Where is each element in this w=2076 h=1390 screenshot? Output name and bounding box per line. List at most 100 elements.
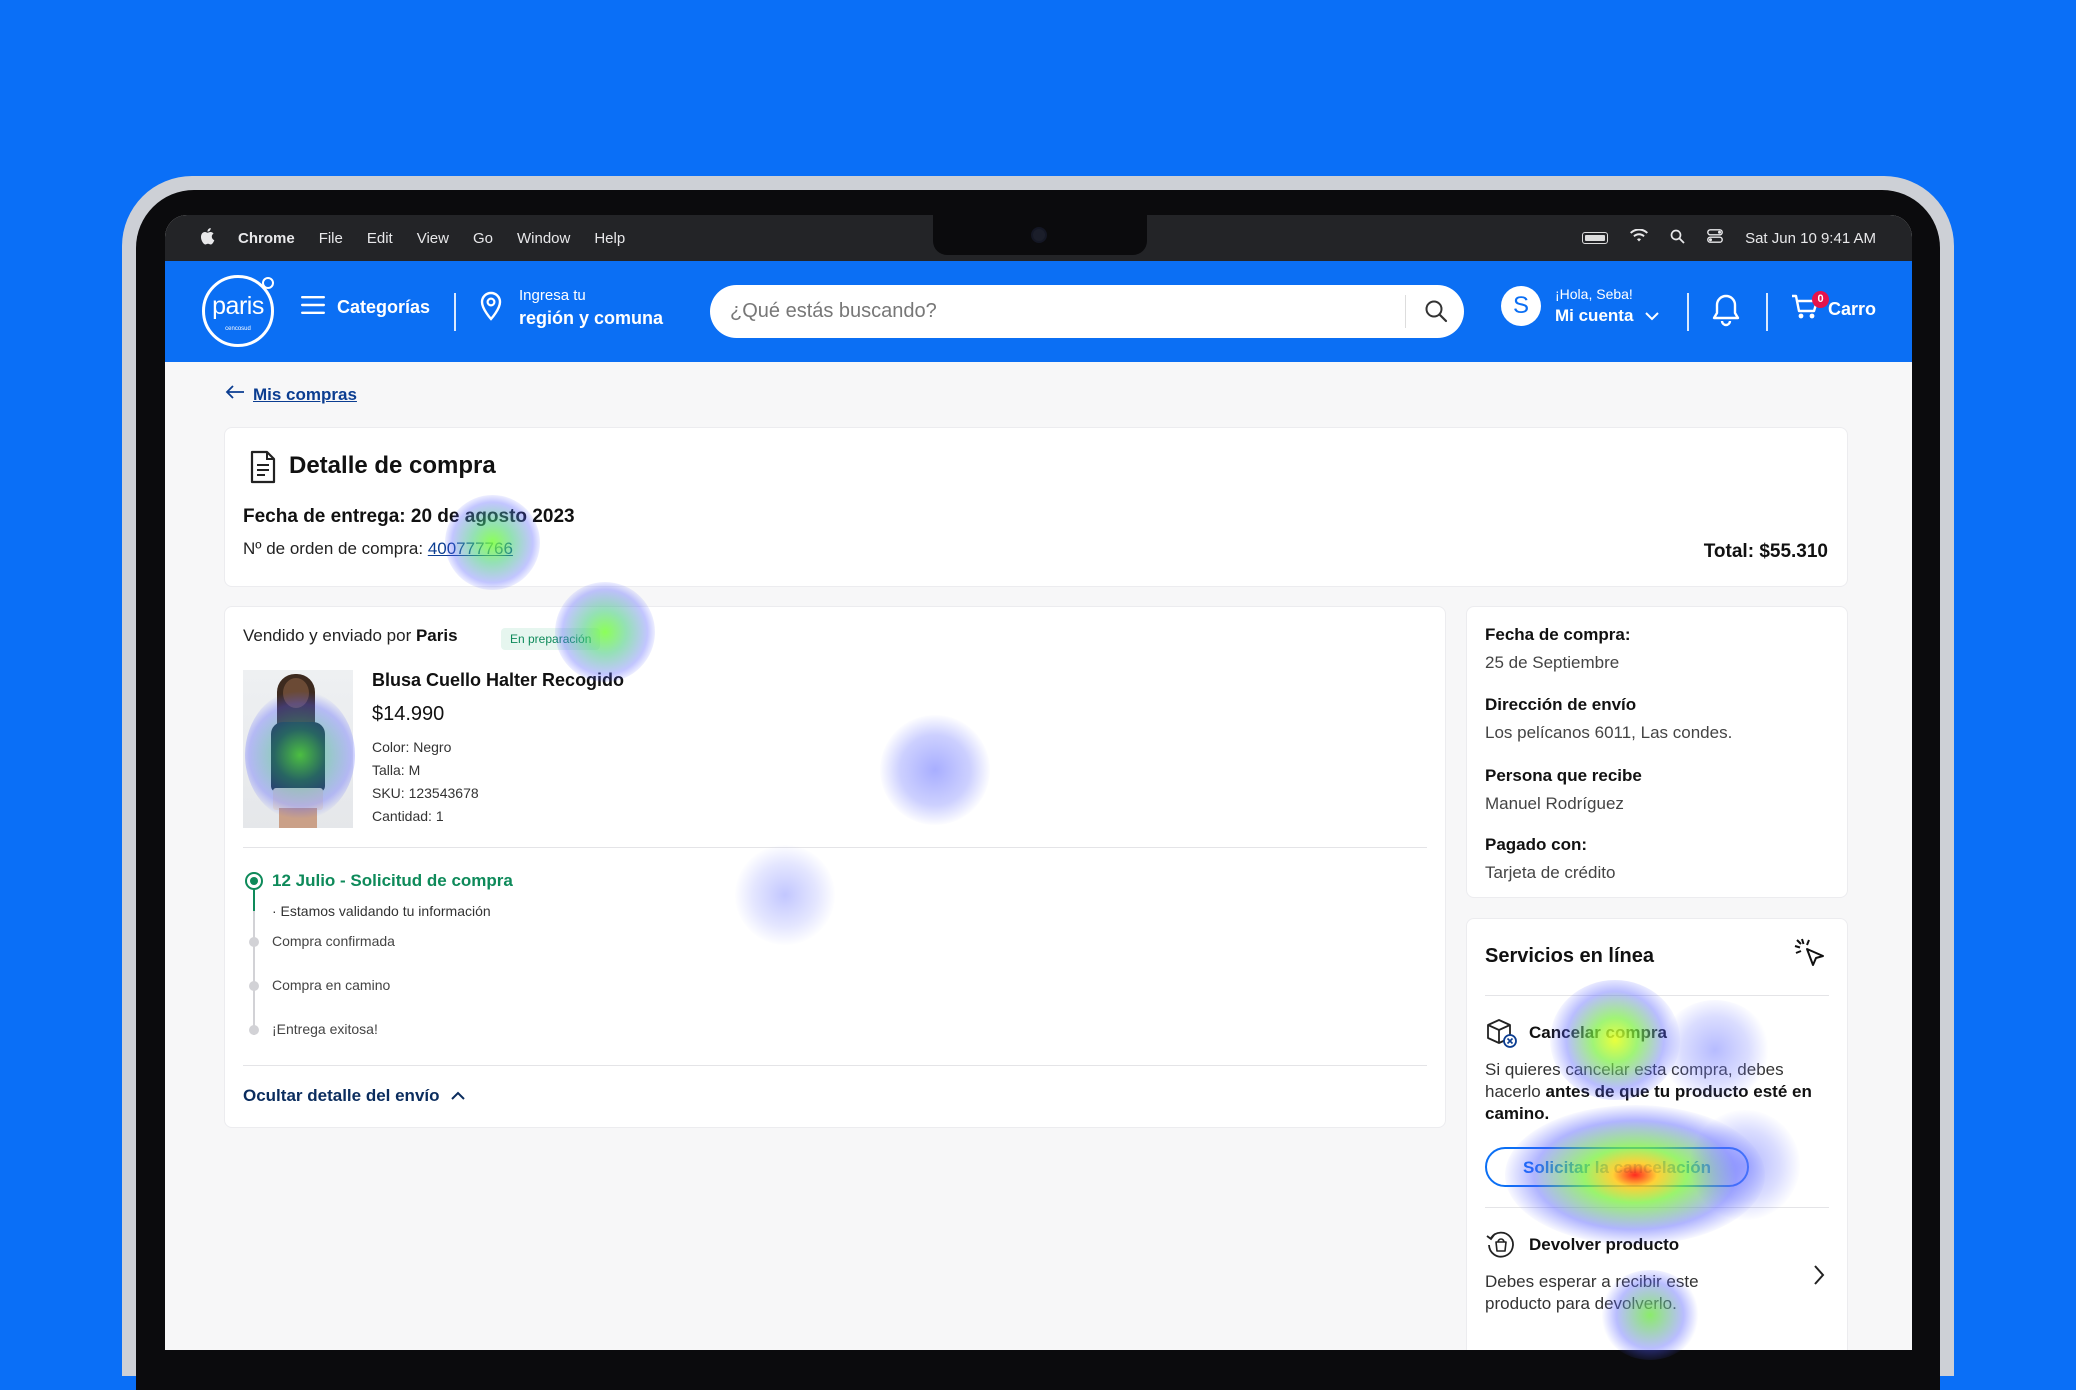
cart-icon: 0 bbox=[1790, 291, 1829, 326]
product-color: Color: Negro bbox=[372, 739, 452, 755]
location-line1: Ingresa tu bbox=[519, 287, 586, 304]
product-quantity: Cantidad: 1 bbox=[372, 808, 444, 824]
status-badge: En preparación bbox=[501, 628, 601, 650]
product-sku: SKU: 123543678 bbox=[372, 785, 479, 801]
header-divider bbox=[1687, 293, 1689, 331]
chevron-up-icon bbox=[450, 1086, 466, 1106]
timeline-step-active: 12 Julio - Solicitud de compra bbox=[272, 871, 513, 890]
purchase-detail-card: Detalle de compra Fecha de entrega: 20 d… bbox=[224, 427, 1848, 587]
hide-shipping-detail-toggle[interactable]: Ocultar detalle del envío bbox=[243, 1086, 466, 1106]
return-product-title[interactable]: Devolver producto bbox=[1529, 1235, 1679, 1255]
battery-icon[interactable] bbox=[1582, 232, 1609, 244]
account-label: Mi cuenta bbox=[1555, 306, 1634, 325]
order-total: Total: $55.310 bbox=[1703, 541, 1828, 562]
page-title: Detalle de compra bbox=[289, 452, 496, 479]
apple-icon[interactable] bbox=[200, 227, 218, 250]
order-number-label: Nº de orden de compra: bbox=[243, 539, 428, 558]
location-selector[interactable]: Ingresa tu región y comuna bbox=[479, 287, 663, 329]
document-icon bbox=[249, 450, 277, 489]
purchase-date-label: Fecha de compra: bbox=[1485, 625, 1631, 644]
screen: Chrome File Edit View Go Window Help Sat… bbox=[165, 215, 1912, 1350]
delivery-date: Fecha de entrega: 20 de agosto 2023 bbox=[243, 506, 575, 527]
header-divider bbox=[454, 293, 456, 331]
toggle-label: Ocultar detalle del envío bbox=[243, 1086, 440, 1105]
account-label-row: Mi cuenta bbox=[1555, 306, 1660, 326]
account-menu[interactable]: S ¡Hola, Seba! Mi cuenta bbox=[1501, 286, 1660, 326]
return-product-icon bbox=[1485, 1229, 1517, 1266]
services-title: Servicios en línea bbox=[1485, 945, 1654, 967]
menu-go[interactable]: Go bbox=[473, 230, 493, 247]
order-number-row: Nº de orden de compra: 400777766 bbox=[243, 539, 513, 559]
box-cancel-icon bbox=[1485, 1017, 1519, 1054]
timeline-step: ¡Entrega exitosa! bbox=[272, 1021, 378, 1037]
menu-file[interactable]: File bbox=[319, 230, 343, 247]
search-input[interactable]: ¿Qué estás buscando? bbox=[730, 300, 937, 323]
camera-notch bbox=[933, 215, 1147, 255]
site-header: paris cencosud Categorías Ingresa tu reg… bbox=[165, 261, 1912, 362]
product-image[interactable] bbox=[243, 670, 353, 828]
cart-count-badge: 0 bbox=[1812, 291, 1829, 308]
hamburger-icon bbox=[301, 295, 325, 320]
control-center-icon[interactable] bbox=[1707, 229, 1723, 247]
payment-label: Pagado con: bbox=[1485, 835, 1588, 854]
order-number-link[interactable]: 400777766 bbox=[428, 539, 513, 558]
location-line2: región y comuna bbox=[519, 308, 664, 328]
divider bbox=[243, 847, 1427, 848]
seller-info: Vendido y enviado por Paris bbox=[243, 626, 458, 646]
timeline-dot bbox=[249, 981, 259, 991]
product-size: Talla: M bbox=[372, 762, 421, 778]
online-services-card: Servicios en línea Cancelar compra Si qu… bbox=[1466, 918, 1848, 1350]
page-content: Mis compras Detalle de compra Fecha de e… bbox=[165, 362, 1912, 1350]
product-attributes: Color: Negro Talla: M SKU: 123543678 Can… bbox=[372, 736, 479, 828]
timeline-step: Compra en camino bbox=[272, 977, 391, 993]
menu-app-name[interactable]: Chrome bbox=[238, 230, 295, 247]
menubar-clock[interactable]: Sat Jun 10 9:41 AM bbox=[1745, 230, 1876, 247]
logo-dot bbox=[262, 277, 274, 289]
timeline-step: Compra confirmada bbox=[272, 933, 395, 949]
shipping-address: Los pelícanos 6011, Las condes. bbox=[1485, 723, 1733, 742]
cart-button[interactable]: 0 Carro bbox=[1790, 291, 1877, 326]
spotlight-search-icon[interactable] bbox=[1670, 229, 1685, 248]
search-divider bbox=[1405, 295, 1406, 328]
timeline-step-note: · Estamos validando tu información bbox=[272, 903, 491, 919]
shipment-card: Vendido y enviado por Paris En preparaci… bbox=[224, 606, 1446, 1128]
seller-prefix: Vendido y enviado por bbox=[243, 626, 416, 645]
cursor-click-icon bbox=[1793, 937, 1829, 978]
payment-method: Tarjeta de crédito bbox=[1485, 863, 1616, 882]
divider bbox=[1485, 1207, 1829, 1208]
back-link-label: Mis compras bbox=[253, 384, 357, 404]
timeline-dot bbox=[249, 937, 259, 947]
purchase-summary-card: Fecha de compra: 25 de Septiembre Direcc… bbox=[1466, 606, 1848, 898]
cancel-purchase-description: Si quieres cancelar esta compra, debes h… bbox=[1485, 1059, 1835, 1125]
paris-logo[interactable]: paris cencosud bbox=[202, 275, 274, 347]
categories-menu-button[interactable]: Categorías bbox=[301, 295, 430, 320]
menu-window[interactable]: Window bbox=[517, 230, 570, 247]
request-cancellation-button[interactable]: Solicitar la cancelación bbox=[1485, 1147, 1749, 1187]
recipient-label: Persona que recibe bbox=[1485, 766, 1642, 785]
recipient-name: Manuel Rodríguez bbox=[1485, 794, 1624, 813]
camera-icon bbox=[1031, 227, 1047, 243]
menu-help[interactable]: Help bbox=[594, 230, 625, 247]
arrow-left-icon bbox=[225, 384, 245, 405]
product-name[interactable]: Blusa Cuello Halter Recogido bbox=[372, 670, 624, 691]
logo-word: paris bbox=[212, 292, 264, 320]
back-link[interactable]: Mis compras bbox=[225, 384, 357, 405]
return-product-description: Debes esperar a recibir este producto pa… bbox=[1485, 1272, 1699, 1313]
address-label: Dirección de envío bbox=[1485, 695, 1637, 714]
cancel-purchase-title: Cancelar compra bbox=[1529, 1023, 1667, 1042]
divider bbox=[1485, 995, 1829, 996]
menu-edit[interactable]: Edit bbox=[367, 230, 393, 247]
categories-label: Categorías bbox=[337, 297, 431, 317]
cart-label: Carro bbox=[1828, 299, 1877, 319]
menu-view[interactable]: View bbox=[417, 230, 449, 247]
header-divider bbox=[1766, 293, 1768, 331]
logo-subtext: cencosud bbox=[225, 326, 251, 332]
search-icon[interactable] bbox=[1424, 299, 1448, 328]
timeline-dot-active bbox=[245, 872, 263, 890]
bell-icon[interactable] bbox=[1711, 293, 1741, 332]
search-bar[interactable]: ¿Qué estás buscando? bbox=[710, 285, 1464, 338]
timeline-dot bbox=[249, 1025, 259, 1035]
chevron-right-icon[interactable] bbox=[1813, 1264, 1825, 1291]
purchase-date: 25 de Septiembre bbox=[1485, 653, 1620, 672]
wifi-icon[interactable] bbox=[1630, 228, 1649, 247]
